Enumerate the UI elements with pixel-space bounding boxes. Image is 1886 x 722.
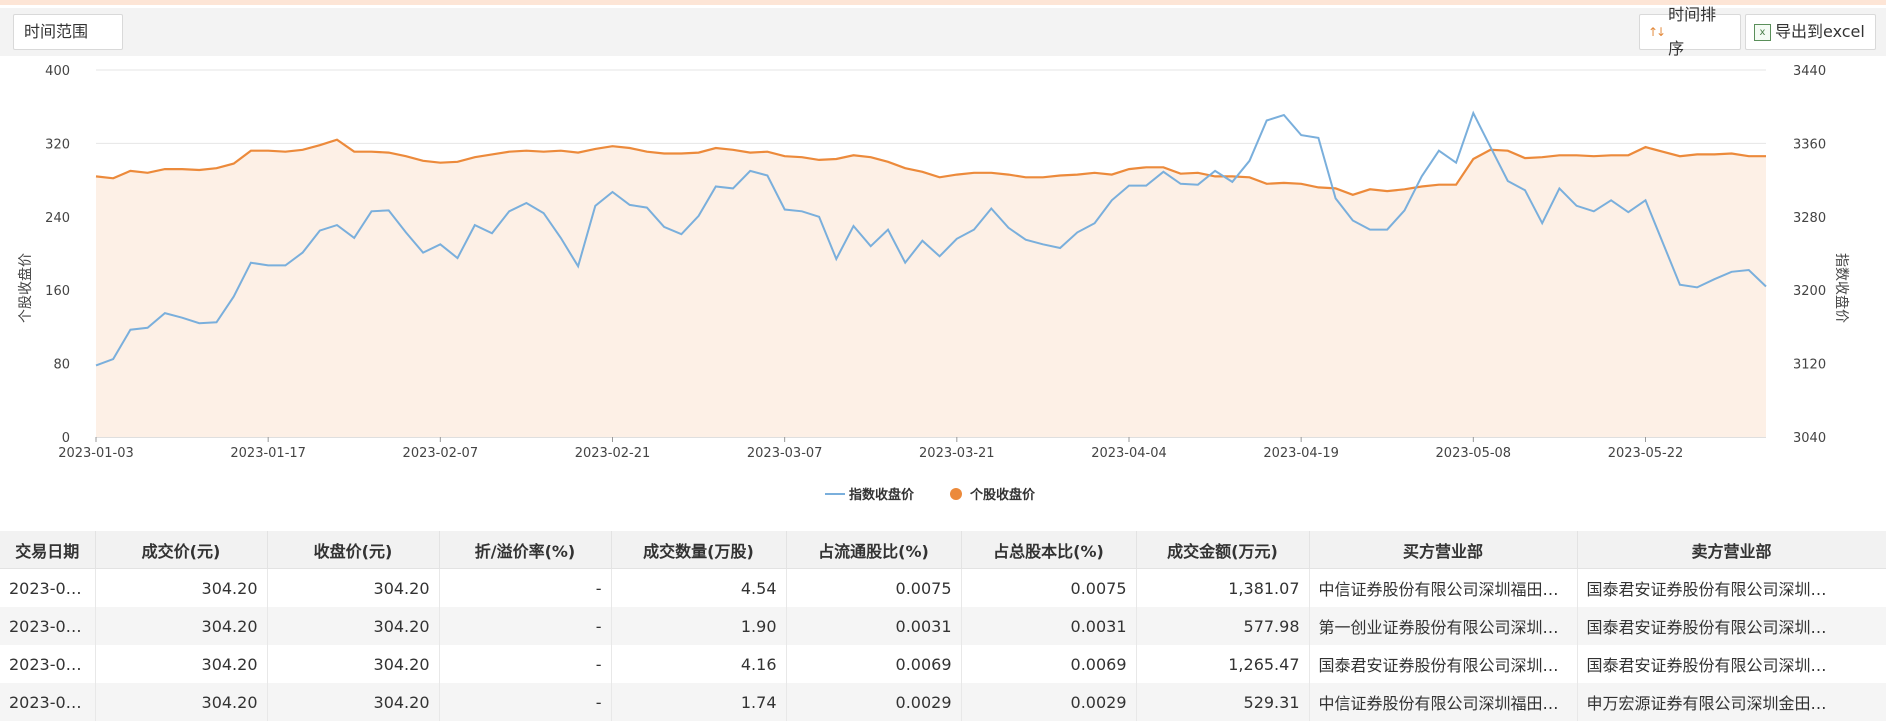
column-header[interactable]: 卖方营业部 [1577, 531, 1886, 569]
table-cell: 4.54 [611, 568, 787, 607]
table-cell: 0.0069 [961, 645, 1137, 683]
left-tick-label: 400 [45, 64, 70, 79]
table-body: 2023-05-31 304.20 304.20-4.54 0.0075 0.0075 1… [0, 568, 1886, 721]
table-cell: 0.0031 [961, 607, 1137, 645]
right-tick-label: 3280 [1793, 211, 1826, 226]
column-header[interactable]: 交易日期 [0, 531, 96, 569]
table-cell: 304.20 [95, 568, 268, 607]
left-tick-label: 160 [45, 284, 70, 299]
export-excel-label: 导出到excel [1775, 22, 1865, 41]
left-axis-title: 个股收盘价 [17, 253, 34, 323]
table-cell: 0.0075 [961, 568, 1137, 607]
table-cell: - [439, 683, 612, 721]
table-cell: 国泰君安证券股份有限公司深圳… [1309, 645, 1578, 683]
column-header[interactable]: 占总股本比(%) [961, 531, 1137, 569]
table-row: 2023-05-31 304.20 304.20-1.90 0.0031 0.0031 5… [0, 607, 1886, 645]
legend-stock-swatch [950, 488, 962, 500]
time-sort-button[interactable]: ↑↓ 时间排序 [1639, 5, 1741, 58]
table-cell: 2023-05-31 [0, 607, 96, 645]
left-tick-label: 320 [45, 137, 70, 152]
table-cell: 国泰君安证券股份有限公司深圳… [1577, 607, 1886, 645]
right-axis-title: 指数收盘价 [1833, 253, 1850, 323]
x-tick-label: 2023-03-07 [747, 446, 823, 461]
table-cell: 0.0029 [961, 683, 1137, 721]
right-tick-label: 3120 [1793, 358, 1826, 373]
x-axis-ticks: 2023-01-03 2023-01-17 2023-02-07 2023-02-21… [58, 437, 1683, 461]
table-cell: 中信证券股份有限公司深圳福田… [1309, 568, 1578, 607]
table-cell: - [439, 607, 612, 645]
x-tick-label: 2023-05-08 [1436, 446, 1512, 461]
table-cell: 0.0069 [786, 645, 962, 683]
table-cell: 4.16 [611, 645, 787, 683]
table-cell: 0.0031 [786, 607, 962, 645]
left-tick-label: 0 [62, 431, 70, 446]
table-cell: 申万宏源证券有限公司深圳金田… [1577, 683, 1886, 721]
table-header-row: 交易日期 成交价(元) 收盘价(元) 折/溢价率(%) 成交数量(万股) 占流通股比(%)… [0, 531, 1886, 569]
excel-icon: x [1754, 23, 1771, 41]
top-accent-line [0, 0, 1886, 5]
right-tick-label: 3440 [1793, 64, 1826, 79]
column-header[interactable]: 收盘价(元) [267, 531, 440, 569]
table-cell: - [439, 568, 612, 607]
chart-legend: 指数收盘价 个股收盘价 [825, 487, 1036, 503]
x-tick-label: 2023-02-07 [403, 446, 479, 461]
table-cell: 2023-05-31 [0, 683, 96, 721]
x-tick-label: 2023-02-21 [575, 446, 651, 461]
legend-index-label[interactable]: 指数收盘价 [849, 487, 915, 503]
x-tick-label: 2023-04-04 [1091, 446, 1167, 461]
table-cell: 0.0029 [786, 683, 962, 721]
table-row: 2023-05-31 304.20 304.20-1.74 0.0029 0.0029 5… [0, 683, 1886, 721]
table-cell: 中信证券股份有限公司深圳福田… [1309, 683, 1578, 721]
block-trade-table: 交易日期 成交价(元) 收盘价(元) 折/溢价率(%) 成交数量(万股) 占流通股比(%)… [0, 531, 1886, 721]
table-cell: 1,381.07 [1136, 568, 1310, 607]
left-tick-label: 240 [45, 211, 70, 226]
table-cell: 304.20 [267, 645, 440, 683]
table-cell: 1.74 [611, 683, 787, 721]
table-cell: 577.98 [1136, 607, 1310, 645]
column-header[interactable]: 成交金额(万元) [1136, 531, 1310, 569]
table-cell: 国泰君安证券股份有限公司深圳… [1577, 568, 1886, 607]
x-tick-label: 2023-01-03 [58, 446, 134, 461]
column-header[interactable]: 占流通股比(%) [786, 531, 962, 569]
time-range-label: 时间范围 [24, 22, 89, 41]
table-cell: 529.31 [1136, 683, 1310, 721]
table-cell: 1.90 [611, 607, 787, 645]
x-tick-label: 2023-04-19 [1263, 446, 1339, 461]
price-chart: 0 80 160 240 320 400 3040 3120 3200 3280 3360 3440… [17, 64, 1850, 503]
table-cell: 304.20 [95, 683, 268, 721]
table-cell: - [439, 645, 612, 683]
right-tick-label: 3200 [1793, 284, 1826, 299]
x-tick-label: 2023-05-22 [1608, 446, 1684, 461]
export-excel-button[interactable]: x 导出到excel [1745, 14, 1876, 50]
table-cell: 2023-05-31 [0, 568, 96, 607]
right-tick-label: 3360 [1793, 137, 1826, 152]
sort-arrows-icon: ↑↓ [1648, 25, 1666, 39]
table-row: 2023-05-31 304.20 304.20-4.16 0.0069 0.0069 1… [0, 645, 1886, 683]
table-cell: 304.20 [95, 645, 268, 683]
table-cell: 第一创业证券股份有限公司深圳… [1309, 607, 1578, 645]
column-header[interactable]: 成交价(元) [95, 531, 268, 569]
left-axis-ticks: 0 80 160 240 320 400 [45, 64, 70, 446]
table-cell: 0.0075 [786, 568, 962, 607]
table-cell: 304.20 [267, 683, 440, 721]
toolbar: 时间范围 ↑↓ 时间排序 x 导出到excel [0, 5, 1886, 58]
table-cell: 304.20 [95, 607, 268, 645]
right-axis-ticks: 3040 3120 3200 3280 3360 3440 [1793, 64, 1826, 446]
x-tick-label: 2023-01-17 [230, 446, 306, 461]
table-cell: 国泰君安证券股份有限公司深圳… [1577, 645, 1886, 683]
legend-stock-label[interactable]: 个股收盘价 [969, 487, 1036, 503]
column-header[interactable]: 买方营业部 [1309, 531, 1578, 569]
x-tick-label: 2023-03-21 [919, 446, 995, 461]
right-tick-label: 3040 [1793, 431, 1826, 446]
column-header[interactable]: 折/溢价率(%) [439, 531, 612, 569]
table-cell: 304.20 [267, 568, 440, 607]
time-range-button[interactable]: 时间范围 [13, 14, 123, 50]
table-cell: 2023-05-31 [0, 645, 96, 683]
left-tick-label: 80 [53, 358, 70, 373]
column-header[interactable]: 成交数量(万股) [611, 531, 787, 569]
table-row: 2023-05-31 304.20 304.20-4.54 0.0075 0.0075 1… [0, 568, 1886, 607]
table-cell: 304.20 [267, 607, 440, 645]
table-cell: 1,265.47 [1136, 645, 1310, 683]
